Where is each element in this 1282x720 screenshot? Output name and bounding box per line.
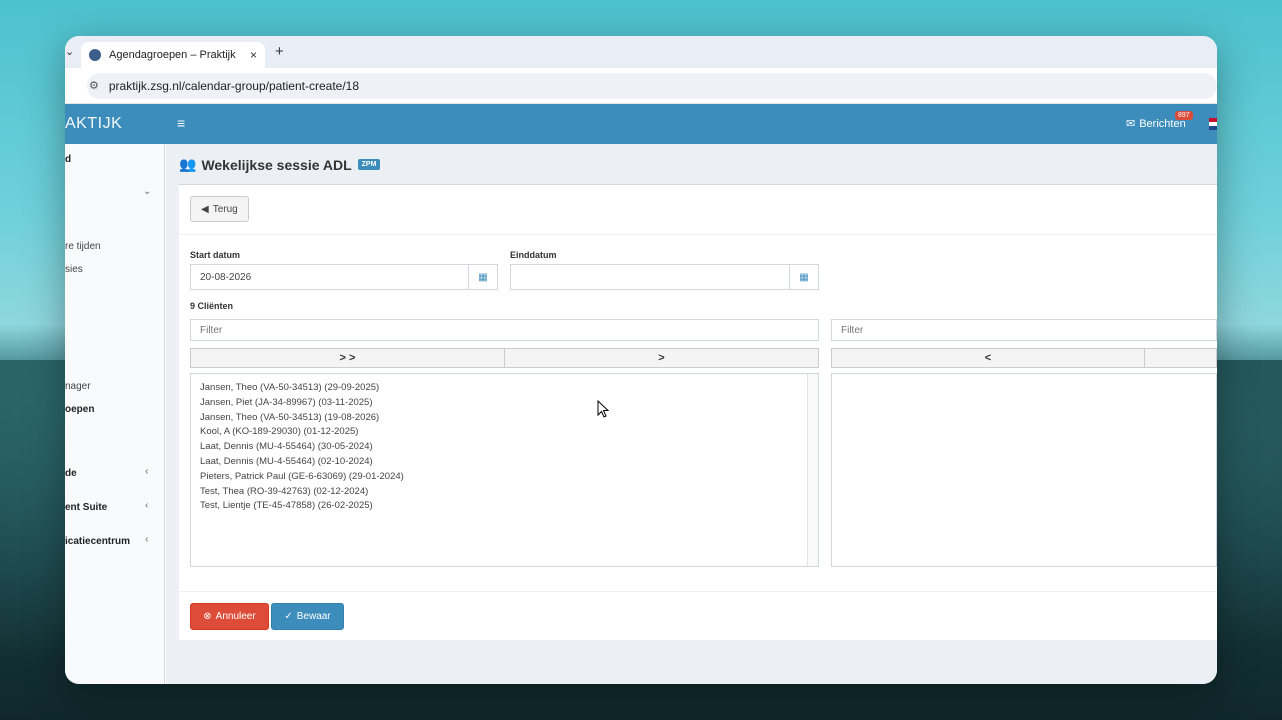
app-header: AKTIJK ≡ ✉ Berichten 897 <box>65 104 1217 144</box>
calendar-icon[interactable]: ▦ <box>789 264 819 290</box>
end-date-input[interactable] <box>510 264 790 290</box>
envelope-icon: ✉ <box>1126 118 1136 130</box>
brand-logo[interactable]: AKTIJK <box>65 115 165 133</box>
new-tab-button[interactable]: + <box>275 43 284 60</box>
clients-count-label: 9 Cliënten <box>190 301 234 311</box>
list-item[interactable]: Kool, A (KO-189-29030) (01-12-2025) <box>191 425 818 440</box>
main-content: 👥 Wekelijkse sessie ADL ZPM ◀ Terug Star… <box>166 144 1217 684</box>
end-date-label: Einddatum <box>510 250 557 260</box>
back-button[interactable]: ◀ Terug <box>190 196 249 222</box>
address-bar: ⚙ praktijk.zsg.nl/calendar-group/patient… <box>65 68 1217 104</box>
list-item[interactable]: Pieters, Patrick Paul (GE-6-63069) (29-0… <box>191 470 818 485</box>
back-label: Terug <box>212 203 238 215</box>
users-icon: 👥 <box>179 156 197 172</box>
list-item[interactable]: Laat, Dennis (MU-4-55464) (30-05-2024) <box>191 440 818 455</box>
sidebar-item-1[interactable]: re tijden <box>65 241 101 252</box>
tab-dropdown-icon[interactable]: ⌄ <box>65 45 75 58</box>
browser-window: ⌄ Agendagroepen – Praktijk × + ⚙ praktij… <box>65 36 1217 684</box>
list-item[interactable]: Test, Lientje (TE-45-47858) (26-02-2025) <box>191 499 818 514</box>
language-flag-icon[interactable] <box>1209 118 1217 130</box>
sidebar-item-2[interactable]: sies <box>65 264 83 275</box>
calendar-icon[interactable]: ▦ <box>468 264 498 290</box>
list-item[interactable]: Test, Thea (RO-39-42763) (02-12-2024) <box>191 485 818 500</box>
list-item[interactable]: Jansen, Piet (JA-34-89967) (03-11-2025) <box>191 396 818 411</box>
check-circle-icon: ✓ <box>284 611 293 622</box>
sidebar-item-3[interactable]: nager <box>65 381 91 392</box>
tab-title: Agendagroepen – Praktijk <box>109 49 236 61</box>
list-item[interactable]: Jansen, Theo (VA-50-34513) (29-09-2025) <box>191 381 818 396</box>
page-title: 👥 Wekelijkse sessie ADL ZPM <box>179 156 381 173</box>
chevron-left-icon[interactable]: ‹ <box>145 500 148 511</box>
list-item[interactable]: Jansen, Theo (VA-50-34513) (19-08-2026) <box>191 411 818 426</box>
url-field[interactable]: ⚙ praktijk.zsg.nl/calendar-group/patient… <box>87 72 1217 99</box>
sidebar-item-7[interactable]: icatiecentrum <box>65 536 130 547</box>
mouse-cursor-icon <box>597 400 609 418</box>
list-scrollbar[interactable] <box>807 374 818 566</box>
available-clients-list[interactable]: Jansen, Theo (VA-50-34513) (29-09-2025) … <box>190 373 819 567</box>
start-date-label: Start datum <box>190 250 241 260</box>
filter-selected-input[interactable] <box>831 319 1217 341</box>
start-date-input[interactable]: 20-08-2026 <box>190 264 469 290</box>
move-all-right-button[interactable]: > > <box>190 348 505 368</box>
selected-clients-list[interactable] <box>831 373 1217 567</box>
tab-strip: ⌄ Agendagroepen – Praktijk × + <box>65 36 1217 68</box>
save-label: Bewaar <box>296 611 331 622</box>
form-box: ◀ Terug Start datum 20-08-2026 ▦ Einddat… <box>179 184 1217 640</box>
close-tab-icon[interactable]: × <box>250 48 257 62</box>
sidebar-item-4[interactable]: oepen <box>65 404 94 415</box>
sidebar-item-0[interactable]: d <box>65 154 71 165</box>
messages-count-badge: 897 <box>1175 111 1193 120</box>
cancel-button[interactable]: ⊗ Annuleer <box>190 603 269 630</box>
menu-toggle-icon[interactable]: ≡ <box>177 115 185 131</box>
times-circle-icon: ⊗ <box>203 611 212 622</box>
divider <box>179 591 1217 592</box>
site-info-icon[interactable]: ⚙ <box>89 79 99 92</box>
list-item[interactable]: Laat, Dennis (MU-4-55464) (02-10-2024) <box>191 455 818 470</box>
favicon-icon <box>89 49 101 61</box>
chevron-down-icon[interactable]: ⌄ <box>143 186 151 197</box>
cancel-label: Annuleer <box>215 611 256 622</box>
filter-available-input[interactable] <box>190 319 819 341</box>
arrow-circle-left-icon: ◀ <box>201 203 209 215</box>
move-left-button[interactable]: < <box>831 348 1145 368</box>
page-title-text: Wekelijkse sessie ADL <box>201 156 352 173</box>
divider <box>179 234 1217 235</box>
browser-tab[interactable]: Agendagroepen – Praktijk × <box>81 42 265 68</box>
move-right-button[interactable]: > <box>504 348 819 368</box>
sidebar-item-6[interactable]: ent Suite <box>65 502 107 513</box>
save-button[interactable]: ✓ Bewaar <box>271 603 344 630</box>
chevron-left-icon[interactable]: ‹ <box>145 466 148 477</box>
url-text: praktijk.zsg.nl/calendar-group/patient-c… <box>108 78 360 93</box>
chevron-left-icon[interactable]: ‹ <box>145 534 148 545</box>
move-all-left-button[interactable] <box>1144 348 1217 368</box>
sidebar-item-5[interactable]: de <box>65 468 77 479</box>
zpm-badge: ZPM <box>357 159 381 170</box>
sidebar: d ⌄ re tijden sies nager oepen de ‹ ent … <box>65 144 165 684</box>
